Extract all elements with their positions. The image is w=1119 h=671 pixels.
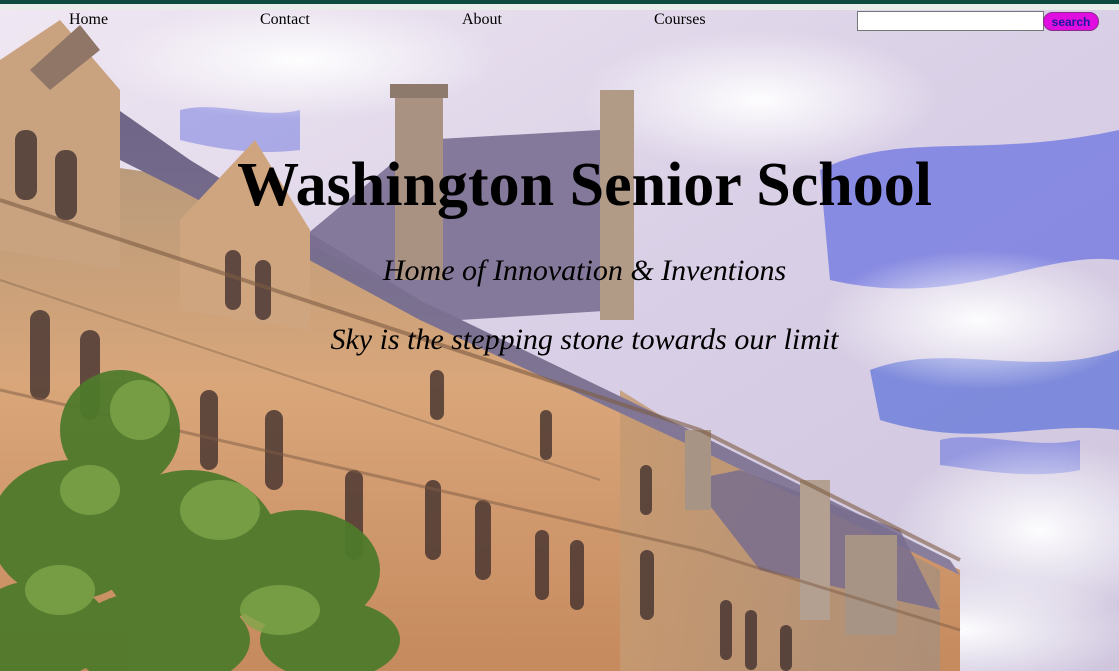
page-title: Washington Senior School	[237, 151, 932, 219]
nav-link-courses[interactable]: Courses	[654, 11, 706, 29]
hero-tagline: Sky is the stepping stone towards our li…	[330, 323, 839, 356]
hero-subtitle: Home of Innovation & Inventions	[382, 254, 787, 287]
page: Home Contact About Courses search Washin…	[0, 0, 1119, 671]
nav-link-about[interactable]: About	[462, 11, 502, 29]
nav-link-home[interactable]: Home	[69, 11, 108, 29]
search-button[interactable]: search	[1043, 12, 1099, 31]
navbar: Home Contact About Courses search	[0, 10, 1119, 32]
search-input[interactable]	[857, 11, 1044, 31]
nav-link-contact[interactable]: Contact	[260, 11, 310, 29]
